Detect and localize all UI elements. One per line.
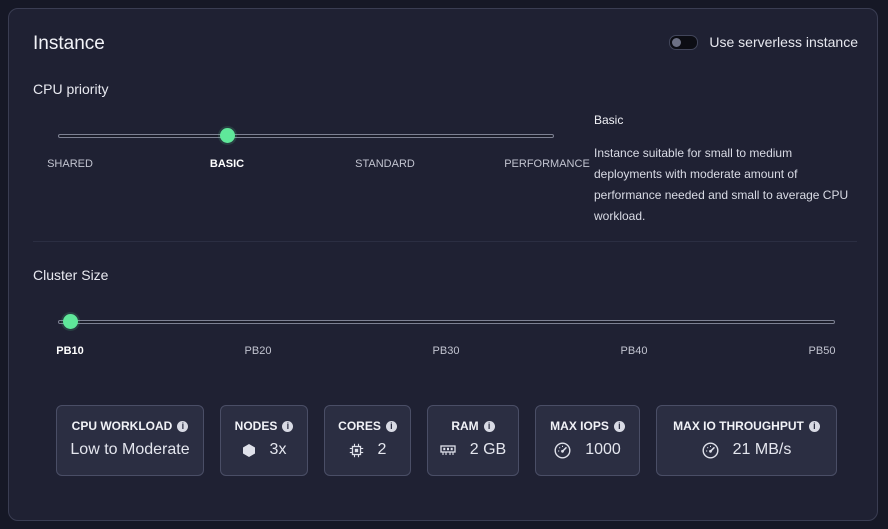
info-icon[interactable]: i [282, 420, 294, 432]
cpu-tick-shared[interactable]: SHARED [47, 158, 93, 170]
section-divider [33, 241, 857, 242]
toggle-knob [672, 37, 682, 47]
cpu-workload-label: CPU WORKLOAD [71, 419, 173, 433]
cpu-workload-card: CPU WORKLOAD i Low to Moderate [56, 405, 204, 476]
cores-value: 2 [377, 441, 387, 458]
cores-label: CORES [338, 419, 381, 433]
info-icon[interactable]: i [483, 420, 495, 432]
hexagon-icon [242, 443, 256, 458]
stats-row: CPU WORKLOAD i Low to Moderate NODES i 3… [56, 405, 837, 476]
memory-icon [440, 444, 456, 456]
ram-value: 2 GB [469, 441, 507, 458]
serverless-toggle[interactable] [669, 34, 699, 50]
cpu-tick-basic[interactable]: BASIC [210, 158, 244, 170]
ram-label: RAM [451, 419, 479, 433]
cpu-priority-description: Basic Instance suitable for small to med… [594, 113, 854, 227]
max-iops-value: 1000 [585, 441, 621, 458]
gauge-icon [554, 441, 571, 459]
cluster-size-track[interactable] [58, 320, 835, 324]
max-iops-label: MAX IOPS [550, 419, 609, 433]
cluster-tick-pb10[interactable]: PB10 [56, 345, 84, 357]
cpu-priority-track[interactable] [58, 134, 554, 138]
cluster-tick-pb40[interactable]: PB40 [621, 345, 648, 357]
cpu-priority-thumb[interactable] [220, 128, 235, 143]
description-title: Basic [594, 113, 624, 127]
nodes-value: 3x [269, 441, 287, 458]
cpu-tick-performance[interactable]: PERFORMANCE [504, 158, 590, 170]
info-icon[interactable]: i [613, 420, 625, 432]
ram-card: RAM i 2 GB [427, 405, 519, 476]
max-io-throughput-value: 21 MB/s [732, 441, 792, 458]
cluster-size-thumb[interactable] [63, 314, 78, 329]
nodes-card: NODES i 3x [220, 405, 308, 476]
cpu-priority-label: CPU priority [33, 81, 109, 97]
gauge-icon [702, 441, 719, 459]
nodes-label: NODES [234, 419, 278, 433]
serverless-label[interactable]: Use serverless instance [709, 34, 858, 50]
max-iops-card: MAX IOPS i 1000 [535, 405, 640, 476]
cores-card: CORES i 2 [324, 405, 411, 476]
cluster-size-label: Cluster Size [33, 267, 109, 283]
max-io-throughput-label: MAX IO THROUGHPUT [673, 419, 804, 433]
serverless-toggle-row[interactable]: Use serverless instance [669, 34, 858, 50]
description-body: Instance suitable for small to medium de… [594, 146, 849, 223]
cluster-tick-pb20[interactable]: PB20 [245, 345, 272, 357]
cluster-tick-pb50[interactable]: PB50 [809, 345, 836, 357]
instance-panel: Instance Use serverless instance CPU pri… [8, 8, 878, 521]
cpu-chip-icon [349, 443, 364, 458]
instance-title: Instance [33, 33, 105, 54]
max-io-throughput-card: MAX IO THROUGHPUT i 21 MB/s [656, 405, 837, 476]
info-icon[interactable]: i [808, 420, 820, 432]
info-icon[interactable]: i [385, 420, 397, 432]
cpu-workload-value: Low to Moderate [70, 441, 190, 458]
info-icon[interactable]: i [177, 420, 189, 432]
cluster-tick-pb30[interactable]: PB30 [433, 345, 460, 357]
cpu-tick-standard[interactable]: STANDARD [355, 158, 415, 170]
